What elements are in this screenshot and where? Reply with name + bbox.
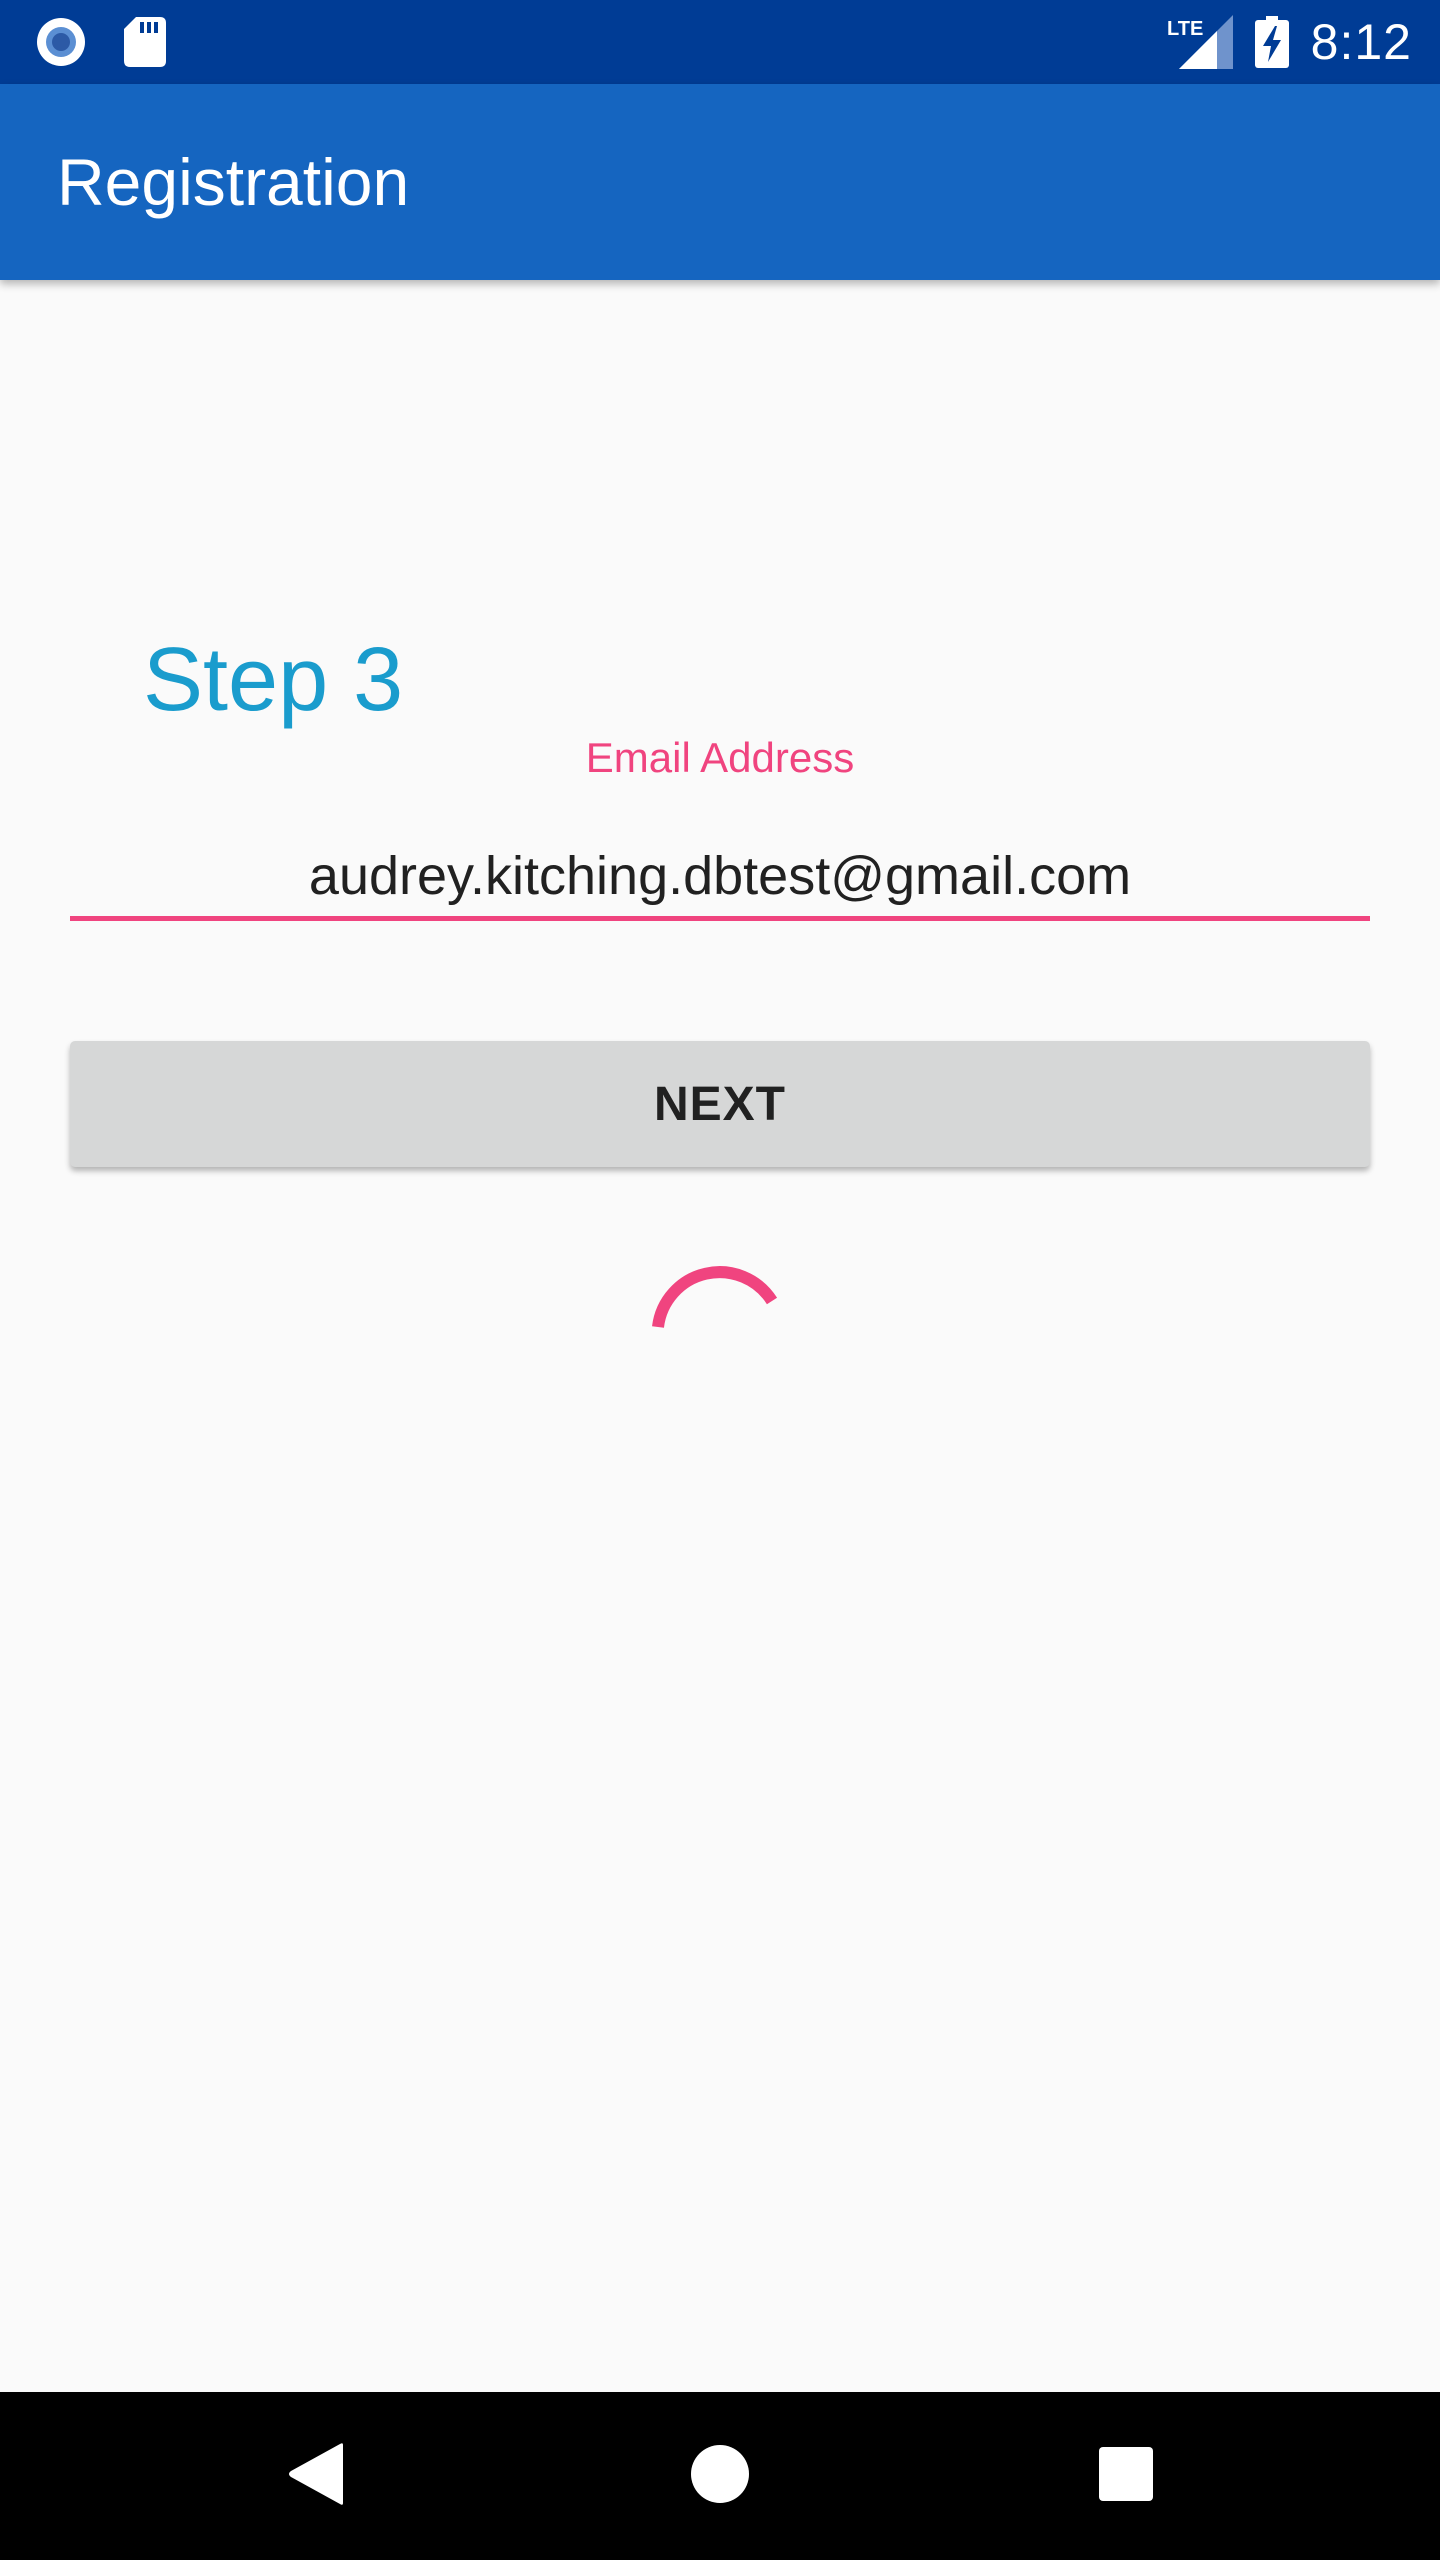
recents-icon <box>1099 2446 1153 2506</box>
step-title: Step 3 <box>143 630 404 730</box>
status-bar-left <box>36 0 166 84</box>
battery-charging-icon <box>1254 16 1289 68</box>
network-label: LTE <box>1167 18 1203 40</box>
lte-signal-icon: LTE <box>1167 15 1233 69</box>
email-field-label: Email Address <box>585 734 855 781</box>
navigation-bar <box>0 2392 1440 2560</box>
status-time: 8:12 <box>1310 14 1412 70</box>
record-icon <box>36 17 86 67</box>
back-icon <box>287 2442 345 2511</box>
recents-button[interactable] <box>1046 2392 1206 2560</box>
status-bar-right: LTE 8:12 <box>1167 0 1412 84</box>
home-icon <box>690 2444 750 2509</box>
page-title: Registration <box>57 145 410 219</box>
sd-card-icon <box>124 17 166 67</box>
app-bar: Registration <box>0 84 1440 280</box>
status-bar: LTE 8:12 <box>0 0 1440 84</box>
next-button[interactable]: NEXT <box>70 1041 1370 1167</box>
loading-spinner <box>640 1265 800 1425</box>
home-button[interactable] <box>640 2392 800 2560</box>
email-field[interactable] <box>70 835 1370 921</box>
back-button[interactable] <box>236 2392 396 2560</box>
